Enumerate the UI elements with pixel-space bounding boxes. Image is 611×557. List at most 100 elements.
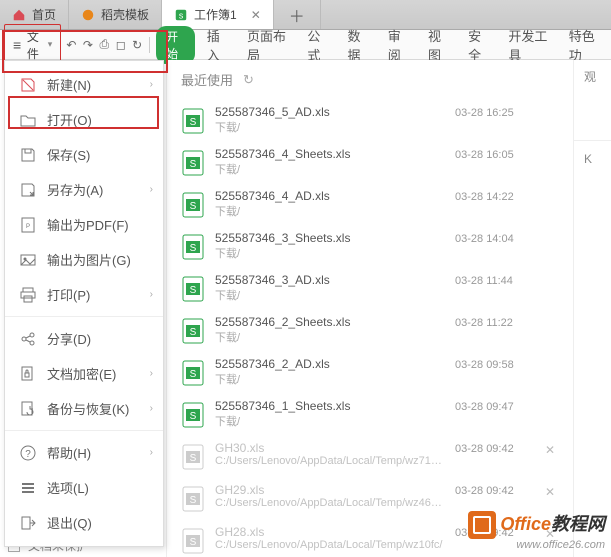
file-item[interactable]: S525587346_1_Sheets.xls下载/03-28 09:47	[167, 393, 573, 435]
remove-icon[interactable]: ✕	[545, 527, 559, 541]
file-name: 525587346_4_Sheets.xls	[215, 147, 445, 161]
svg-text:s: s	[179, 10, 184, 20]
remove-icon[interactable]: ✕	[545, 443, 559, 457]
menu-print[interactable]: 打印(P)›	[5, 277, 163, 312]
refresh-icon[interactable]: ↻	[131, 37, 143, 53]
tab-pagelayout[interactable]: 页面布局	[239, 26, 295, 64]
file-item[interactable]: S525587346_3_Sheets.xls下载/03-28 14:04	[167, 225, 573, 267]
saveas-icon	[19, 181, 37, 199]
image-icon	[19, 251, 37, 269]
tab-data[interactable]: 数据	[340, 26, 376, 64]
file-name: 525587346_2_Sheets.xls	[215, 315, 445, 329]
tab-formula[interactable]: 公式	[299, 26, 335, 64]
file-item[interactable]: S GH29.xlsC:/Users/Lenovo/AppData/Local/T…	[167, 477, 573, 519]
tab-devtools[interactable]: 开发工具	[500, 26, 556, 64]
svg-text:S: S	[190, 285, 197, 296]
file-name: 525587346_2_AD.xls	[215, 357, 445, 371]
menu-open[interactable]: 打开(O)	[5, 102, 163, 137]
tab-insert[interactable]: 插入	[199, 26, 235, 64]
file-item[interactable]: S 525587346_2_AD.xls下载/03-28 09:58	[167, 351, 573, 393]
svg-text:S: S	[190, 159, 197, 170]
file-item[interactable]: S525587346_4_AD.xls下载/03-28 14:22	[167, 183, 573, 225]
panel-header: 最近使用 ↻	[167, 60, 573, 99]
remove-icon[interactable]: ✕	[545, 485, 559, 499]
recent-label: 最近使用	[181, 70, 233, 89]
menu-export-pdf[interactable]: P输出为PDF(F)	[5, 207, 163, 242]
menu-encrypt[interactable]: 文档加密(E)›	[5, 356, 163, 391]
file-item[interactable]: SGH30.xlsC:/Users/Lenovo/AppData/Local/T…	[167, 435, 573, 477]
file-name: 525587346_1_Sheets.xls	[215, 399, 445, 413]
file-time: 03-28 09:42	[455, 527, 535, 539]
file-path: 下载/	[215, 413, 445, 429]
hamburger-icon	[13, 37, 23, 53]
chevron-right-icon: ›	[150, 184, 153, 195]
file-item[interactable]: S525587346_2_Sheets.xls下载/03-28 11:22	[167, 309, 573, 351]
redo-icon[interactable]: ↷	[82, 37, 94, 53]
svg-text:S: S	[190, 495, 197, 506]
chevron-down-icon: ▾	[48, 39, 53, 50]
menu-share[interactable]: 分享(D)	[5, 321, 163, 356]
tab-start[interactable]: 开始	[156, 26, 195, 64]
folder-icon	[19, 111, 37, 129]
xls-icon: S	[181, 107, 205, 135]
file-time: 03-28 09:42	[455, 443, 535, 455]
menu-backup[interactable]: 备份与恢复(K)›	[5, 391, 163, 426]
tab-review[interactable]: 审阅	[380, 26, 416, 64]
print-icon[interactable]: ⎙	[98, 37, 110, 53]
undo-icon[interactable]: ↶	[65, 37, 77, 53]
menu-new[interactable]: 新建(N)›	[5, 67, 163, 102]
svg-text:S: S	[190, 327, 197, 338]
lock-icon	[19, 365, 37, 383]
file-path: 下载/	[215, 371, 445, 387]
chevron-right-icon: ›	[150, 368, 153, 379]
file-item[interactable]: S525587346_3_AD.xls下载/03-28 11:44	[167, 267, 573, 309]
file-name: 525587346_3_AD.xls	[215, 273, 445, 287]
menu-saveas[interactable]: 另存为(A)›	[5, 172, 163, 207]
menu-options[interactable]: 选项(L)	[5, 470, 163, 505]
close-icon[interactable]: ✕	[251, 8, 261, 22]
file-item[interactable]: SGH28.xlsC:/Users/Lenovo/AppData/Local/T…	[167, 519, 573, 557]
file-time: 03-28 09:47	[455, 401, 535, 413]
tab-label: 稻壳模板	[101, 6, 149, 23]
tab-label: 工作簿1	[194, 6, 237, 23]
svg-text:S: S	[190, 117, 197, 128]
file-item[interactable]: S525587346_4_Sheets.xls下载/03-28 16:05	[167, 141, 573, 183]
refresh-icon[interactable]: ↻	[243, 72, 254, 88]
menu-help[interactable]: ?帮助(H)›	[5, 435, 163, 470]
tab-templates[interactable]: 稻壳模板	[69, 0, 162, 29]
svg-text:S: S	[190, 369, 197, 380]
file-label: 文件	[27, 28, 44, 62]
svg-text:S: S	[190, 453, 197, 464]
file-list: S525587346_5_AD.xls下载/03-28 16:25S525587…	[167, 99, 573, 557]
file-item[interactable]: S525587346_5_AD.xls下载/03-28 16:25	[167, 99, 573, 141]
svg-text:?: ?	[25, 449, 31, 460]
menu-exit[interactable]: 退出(Q)	[5, 505, 163, 540]
right-column: 观 K	[573, 60, 611, 557]
recent-files-panel: 最近使用 ↻ S525587346_5_AD.xls下载/03-28 16:25…	[166, 60, 573, 557]
tab-label: 首页	[32, 6, 56, 23]
file-name: GH28.xls	[215, 525, 445, 539]
tab-view[interactable]: 视图	[420, 26, 456, 64]
file-name: GH29.xls	[215, 483, 445, 497]
file-dropdown: 新建(N)› 打开(O) 保存(S) 另存为(A)› P输出为PDF(F) 输出…	[4, 60, 164, 547]
help-icon: ?	[19, 444, 37, 462]
menu-export-image[interactable]: 输出为图片(G)	[5, 242, 163, 277]
chevron-right-icon: ›	[150, 447, 153, 458]
svg-text:S: S	[190, 537, 197, 548]
options-icon	[19, 479, 37, 497]
file-time: 03-28 14:22	[455, 191, 535, 203]
tab-special[interactable]: 特色功	[561, 26, 607, 64]
menu-save[interactable]: 保存(S)	[5, 137, 163, 172]
tab-security[interactable]: 安全	[460, 26, 496, 64]
right-label: 观	[584, 68, 596, 85]
preview-icon[interactable]: ◻	[115, 37, 127, 53]
svg-text:P: P	[26, 224, 30, 230]
file-time: 03-28 09:58	[455, 359, 535, 371]
ribbon: 文件 ▾ ↶ ↷ ⎙ ◻ ↻ 开始 插入 页面布局 公式 数据 审阅 视图 安全…	[0, 30, 611, 60]
file-path: 下载/	[215, 245, 445, 261]
file-path: C:/Users/Lenovo/AppData/Local/Temp/wz466…	[215, 497, 445, 509]
file-time: 03-28 16:05	[455, 149, 535, 161]
file-time: 03-28 09:42	[455, 485, 535, 497]
file-time: 03-28 16:25	[455, 107, 535, 119]
xls-icon: S	[181, 149, 205, 177]
